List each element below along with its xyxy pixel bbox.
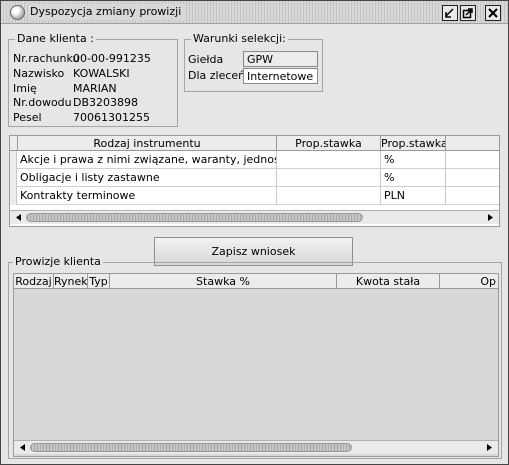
table-cell[interactable] <box>277 187 381 205</box>
column-header[interactable]: Op <box>440 274 498 289</box>
first-name-label: Imię <box>13 82 37 95</box>
table-cell-filler <box>446 151 499 169</box>
instruments-horizontal-scrollbar[interactable] <box>10 210 499 224</box>
maximize-icon[interactable] <box>460 5 476 21</box>
table-cell[interactable]: % <box>381 151 446 169</box>
window-title: Dyspozycja zmiany prowizji <box>28 4 186 20</box>
scroll-left-icon[interactable] <box>16 441 30 454</box>
title-bar[interactable]: Dyspozycja zmiany prowizji <box>1 1 508 24</box>
minimize-icon[interactable] <box>442 5 458 21</box>
exchange-label: Giełda <box>188 53 224 66</box>
table-cell-filler <box>446 169 499 187</box>
table-cell[interactable] <box>277 151 381 169</box>
row-headers <box>10 151 17 205</box>
scroll-right-icon[interactable] <box>483 211 497 224</box>
first-name-value: MARIAN <box>73 82 117 95</box>
selection-conditions-legend: Warunki selekcji: <box>191 32 288 46</box>
column-header[interactable]: Kwota stała <box>337 274 440 289</box>
scrollbar-thumb[interactable] <box>26 213 363 222</box>
table-cell[interactable] <box>277 169 381 187</box>
scroll-right-icon[interactable] <box>482 441 496 454</box>
instruments-table: Rodzaj instrumentu Prop.stawka Prop.staw… <box>9 135 500 227</box>
column-header[interactable]: Prop.stawka <box>381 136 446 151</box>
surname-label: Nazwisko <box>13 67 65 80</box>
id-number-value: DB3203898 <box>73 96 139 109</box>
selection-conditions-group: Warunki selekcji: Giełda GPW Dla zleceń … <box>184 32 323 92</box>
table-cell[interactable]: % <box>381 169 446 187</box>
account-number-label: Nr.rachunku <box>13 52 80 65</box>
table-cell[interactable]: Obligacje i listy zastawne <box>17 169 277 187</box>
orders-label: Dla zleceń <box>188 69 246 82</box>
commissions-horizontal-scrollbar[interactable] <box>14 440 498 454</box>
window-menu-icon[interactable] <box>10 5 25 20</box>
commission-change-window: Dyspozycja zmiany prowizji Dane klienta … <box>0 0 509 465</box>
column-header[interactable]: Stawka % <box>110 274 337 289</box>
scroll-left-icon[interactable] <box>12 211 26 224</box>
commissions-empty-area <box>14 289 498 440</box>
column-header[interactable]: Rodzaj <box>14 274 54 289</box>
column-header[interactable]: Typ <box>88 274 110 289</box>
pesel-value: 70061301255 <box>73 111 150 124</box>
close-icon[interactable] <box>485 5 501 21</box>
id-number-label: Nr.dowodu <box>13 96 72 109</box>
table-cell-filler <box>446 187 499 205</box>
scrollbar-thumb[interactable] <box>30 443 352 452</box>
table-corner <box>10 136 18 151</box>
client-data-legend: Dane klienta : <box>15 32 96 46</box>
account-number-value: 00-00-991235 <box>73 52 151 65</box>
pesel-label: Pesel <box>13 111 42 124</box>
table-cell[interactable]: PLN <box>381 187 446 205</box>
exchange-field[interactable]: GPW <box>243 51 318 67</box>
client-data-group: Dane klienta : Nr.rachunku 00-00-991235 … <box>8 32 178 127</box>
column-header[interactable]: Rodzaj instrumentu <box>18 136 277 151</box>
column-header-filler <box>446 136 499 151</box>
column-header[interactable]: Rynek <box>54 274 88 289</box>
table-cell[interactable]: Kontrakty terminowe <box>17 187 277 205</box>
commissions-table: Rodzaj Rynek Typ Stawka % Kwota stała Op <box>13 273 499 457</box>
client-commissions-legend: Prowizje klienta <box>13 255 103 269</box>
table-cell[interactable]: Akcje i prawa z nimi związane, waranty, … <box>17 151 277 169</box>
surname-value: KOWALSKI <box>73 67 130 80</box>
orders-field[interactable]: Internetowe <box>243 68 318 84</box>
column-header[interactable]: Prop.stawka <box>277 136 381 151</box>
